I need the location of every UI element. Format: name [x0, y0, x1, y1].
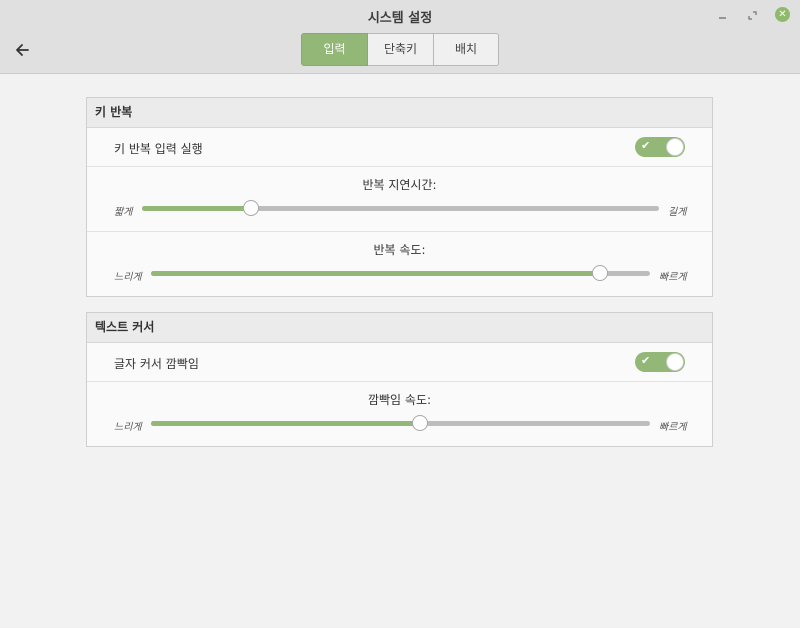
repeat-delay-slider[interactable] — [142, 200, 659, 216]
window-title: 시스템 설정 — [367, 11, 433, 26]
slider-max-label: 빠르게 — [659, 422, 687, 433]
repeat-speed-slider[interactable] — [151, 265, 650, 281]
text-cursor-section: 텍스트 커서 글자 커서 깜빡임 ✔ 깜빡임 속도: 느리게 빠르게 — [86, 312, 713, 447]
tab-input[interactable]: 입력 — [301, 33, 368, 66]
cursor-blink-switch[interactable]: ✔ — [635, 352, 685, 372]
slider-fill — [151, 271, 601, 276]
slider-max-label: 길게 — [668, 207, 687, 218]
slider-handle[interactable] — [412, 415, 429, 431]
repeat-speed-row: 반복 속도: 느리게 빠르게 — [87, 232, 712, 296]
header-bar: 시스템 설정 ✕ 입력 단축키 배치 — [0, 0, 800, 74]
key-repeat-toggle-row: 키 반복 입력 실행 ✔ — [87, 128, 712, 167]
slider-min-label: 느리게 — [114, 422, 142, 433]
back-button[interactable] — [10, 39, 34, 61]
tab-shortcuts[interactable]: 단축키 — [368, 33, 434, 66]
blink-speed-slider[interactable] — [151, 415, 650, 431]
tab-layout[interactable]: 배치 — [434, 33, 499, 66]
minimize-icon[interactable] — [714, 7, 730, 23]
slider-min-label: 짧게 — [114, 207, 133, 218]
section-title: 키 반복 — [87, 98, 712, 128]
slider-handle[interactable] — [242, 200, 259, 216]
check-icon: ✔ — [641, 354, 651, 367]
cursor-blink-toggle-row: 글자 커서 깜빡임 ✔ — [87, 343, 712, 382]
tab-bar: 입력 단축키 배치 — [301, 33, 499, 66]
repeat-delay-title: 반복 지연시간: — [362, 178, 437, 192]
cursor-blink-label: 글자 커서 깜빡임 — [114, 357, 199, 371]
maximize-icon[interactable] — [744, 7, 760, 23]
slider-min-label: 느리게 — [114, 272, 142, 283]
switch-knob — [666, 353, 684, 371]
slider-fill — [151, 421, 421, 426]
repeat-speed-title: 반복 속도: — [373, 243, 426, 257]
check-icon: ✔ — [641, 139, 651, 152]
slider-max-label: 빠르게 — [659, 272, 687, 283]
blink-speed-title: 깜빡임 속도: — [367, 393, 432, 407]
repeat-delay-row: 반복 지연시간: 짧게 길게 — [87, 167, 712, 232]
key-repeat-section: 키 반복 키 반복 입력 실행 ✔ 반복 지연시간: 짧게 길게 반복 속도: … — [86, 97, 713, 297]
slider-fill — [142, 206, 251, 211]
key-repeat-switch[interactable]: ✔ — [635, 137, 685, 157]
key-repeat-label: 키 반복 입력 실행 — [114, 142, 203, 156]
section-title: 텍스트 커서 — [87, 313, 712, 343]
blink-speed-row: 깜빡임 속도: 느리게 빠르게 — [87, 382, 712, 446]
arrow-left-icon — [16, 44, 29, 56]
close-icon[interactable]: ✕ — [775, 7, 790, 22]
slider-handle[interactable] — [592, 265, 609, 281]
switch-knob — [666, 138, 684, 156]
